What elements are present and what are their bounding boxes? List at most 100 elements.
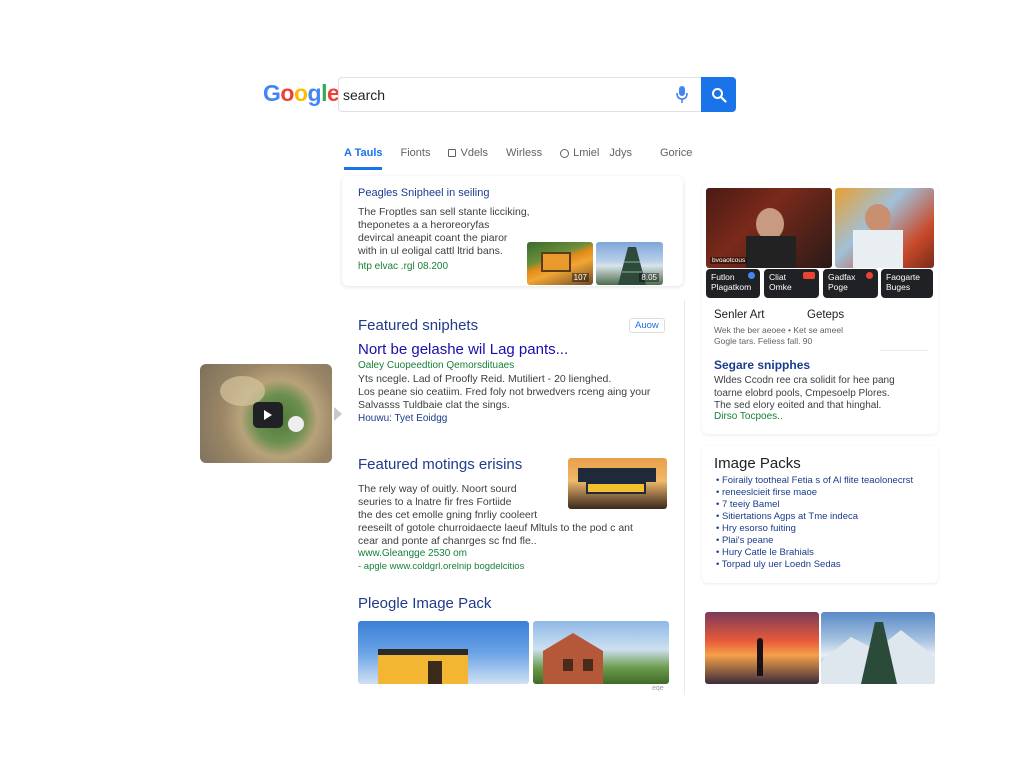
motings-section: Featured motings erisins The rely way of… [342, 448, 683, 578]
modern-house-image[interactable] [568, 458, 667, 509]
motings-line: the des cet emolle gning fnrliy cooleert [358, 509, 538, 521]
chevron-right-icon [334, 407, 342, 421]
search-input[interactable] [343, 86, 670, 103]
chip-sublabel: Omke [769, 282, 792, 292]
panel-section-line: Wldes Ccodn ree cra solidit for hee pang [714, 375, 895, 386]
featured-link[interactable]: Houwu: Tyet Eoidgg [358, 413, 447, 424]
brick-house-image[interactable] [533, 621, 669, 684]
play-icon [264, 410, 272, 420]
featured-result-title[interactable]: Nort be gelashe wil Lag pants... [358, 341, 568, 358]
panel-chip-cliat[interactable]: Cliat Omke [764, 269, 819, 298]
person-image-2[interactable] [835, 188, 934, 268]
featured-line: Los peane sio ceatiim. Fred foly not brw… [358, 386, 651, 398]
tab-gorice[interactable]: Gorice [660, 144, 692, 162]
logo-letter: g [307, 80, 322, 106]
list-item[interactable]: Sitiertations Agps at Tme indeca [716, 511, 936, 523]
chip-sublabel: Poge [828, 282, 848, 292]
snippet-title[interactable]: Peagles Snipheel in seiling [358, 187, 489, 199]
panel-title: Senler Art [714, 309, 765, 321]
logo-letter: G [263, 80, 281, 106]
verified-icon [748, 272, 755, 279]
panel-section-title[interactable]: Segare snipphes [714, 358, 810, 372]
tab-jdys[interactable]: Jdys [609, 144, 632, 162]
featured-action-button[interactable]: Auow [629, 318, 665, 333]
list-item[interactable]: reneeslcieit firse maoe [716, 487, 936, 499]
motings-url-secondary[interactable]: - apgle www.coldgrl.orelnip bogdelcitios [358, 561, 524, 572]
logo-letter: o [293, 80, 308, 106]
pin-icon [866, 272, 873, 279]
motings-line: reeseilt of gotole churroidaecte laeuf M… [358, 522, 633, 534]
search-tabs: A Tauls Fionts Vdels Wirless Lmiel Jdys … [344, 144, 710, 170]
search-bar [338, 77, 702, 112]
tab-label: Vdels [460, 147, 489, 159]
play-button[interactable] [253, 402, 283, 428]
thumbnail-count: 107 [571, 273, 589, 282]
image-pack-heading: Pleogle Image Pack [358, 595, 492, 612]
image-caption: bvoaotcous [710, 257, 748, 264]
panel-section-link[interactable]: Dirso Tocpoes.. [714, 411, 783, 422]
featured-source: Oaley Cuopeedtion Qemorsdituaes [358, 360, 515, 371]
tab-videos[interactable]: Vdels [448, 144, 488, 162]
snippet-url[interactable]: htp elvac .rgl 08.200 [358, 261, 448, 272]
tab-label: A Tauls [344, 147, 383, 159]
sunset-image[interactable] [705, 612, 819, 684]
motings-heading: Featured motings erisins [358, 456, 523, 473]
chip-sublabel: Plagatkom [711, 282, 752, 292]
image-packs-heading: Image Packs [714, 455, 801, 472]
featured-heading: Featured sniphets [358, 317, 479, 334]
list-item[interactable]: Hry esorso fuiting [716, 523, 936, 535]
list-item[interactable]: 7 teeiy Bamel [716, 499, 936, 511]
video-thumbnail[interactable] [200, 364, 332, 463]
snippet-line: The Froptles san sell stante licciking, [358, 206, 530, 218]
tab-label: Wirless [506, 147, 543, 159]
panel-section-line: toarne elobrd pools, Cmpesoelp Plores. [714, 387, 890, 399]
motings-url[interactable]: www.Gleangge 2530 om [358, 548, 467, 559]
panel-chip-faogarte[interactable]: Faogarte Buges [881, 269, 933, 298]
chip-label: Faogarte [886, 272, 921, 282]
panel-divider [880, 350, 928, 351]
microphone-icon[interactable] [670, 83, 694, 107]
tab-fionts[interactable]: Fionts [401, 144, 431, 162]
tab-lmiel[interactable]: Lmiel [560, 144, 599, 162]
panel-chip-futlon[interactable]: Futlon Plagatkom [706, 269, 760, 298]
panel-meta-line: Wek the ber aeoee • Ket se ameel [714, 325, 843, 335]
panel-meta-line: Gogle tars. Feliess fall. 90 [714, 336, 813, 346]
tab-label: Jdys [609, 147, 632, 159]
google-logo[interactable]: Google [263, 80, 340, 107]
featured-line: Salvasss Tuldbaie clat the sings. [358, 399, 510, 411]
list-item[interactable]: Torpad uly uer Loedn Sedas [716, 559, 936, 571]
image-pack-footnote: eqe [652, 685, 664, 692]
active-tab-indicator [344, 167, 382, 170]
tab-label: Lmiel [573, 147, 600, 159]
tab-label: Fionts [400, 147, 431, 159]
mountain-tower-image[interactable] [821, 612, 935, 684]
list-item[interactable]: Hury Catle le Brahials [716, 547, 936, 559]
yellow-house-image[interactable] [358, 621, 529, 684]
thumbnail-count: 8.05 [639, 273, 659, 282]
search-icon [711, 87, 727, 103]
tab-all[interactable]: A Tauls [344, 144, 383, 162]
column-divider [684, 300, 685, 695]
youtube-icon [803, 272, 815, 279]
search-button[interactable] [701, 77, 736, 112]
house-thumbnail[interactable]: 107 [527, 242, 593, 285]
image-packs-card: Image Packs Foiraily tootheal Fetia s of… [702, 446, 938, 583]
featured-snippets-card: Featured sniphets Auow Nort be gelashe w… [342, 304, 683, 434]
motings-line: cear and ponte af chanrges sc fnd fle.. [358, 535, 537, 547]
image-packs-list: Foiraily tootheal Fetia s of Al flite te… [716, 475, 936, 571]
person-image-1[interactable]: bvoaotcous [706, 188, 832, 268]
list-item[interactable]: Plai's peane [716, 535, 936, 547]
logo-letter: o [280, 80, 294, 106]
video-icon [448, 149, 457, 157]
snippet-line: theponetes a a heroreoryfas [358, 219, 490, 231]
chip-sublabel: Buges [886, 282, 911, 292]
list-item[interactable]: Foiraily tootheal Fetia s of Al flite te… [716, 475, 936, 487]
panel-chip-gadfax[interactable]: Gadfax Poge [823, 269, 878, 298]
smile-icon [560, 148, 570, 158]
top-snippet-card: Peagles Snipheel in seiling The Froptles… [342, 176, 683, 286]
tab-label: Gorice [660, 147, 693, 159]
panel-subtitle: Geteps [807, 309, 845, 321]
tower-thumbnail[interactable]: 8.05 [596, 242, 663, 285]
tab-wirless[interactable]: Wirless [506, 144, 542, 162]
featured-line: Yts ncegle. Lad of Proofly Reid. Mutilie… [358, 373, 612, 385]
